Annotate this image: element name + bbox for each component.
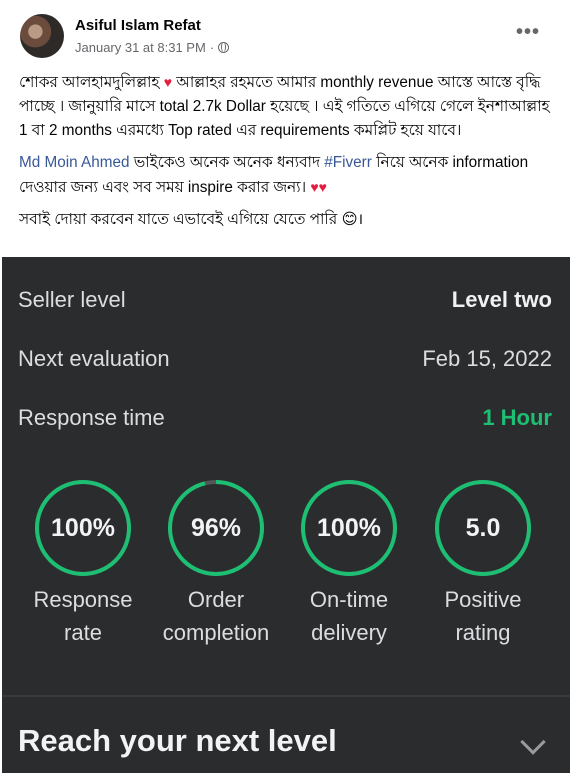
avatar[interactable]	[20, 14, 64, 58]
response-time-row: Response time 1 Hour	[18, 398, 552, 438]
post-timestamp[interactable]: January 31 at 8:31 PM	[75, 40, 206, 55]
stat-order-completion: 96% Order completion	[151, 479, 281, 649]
caption-line: On-time	[309, 587, 389, 612]
seller-level-row: Seller level Level two	[18, 280, 552, 320]
stat-value: 100%	[51, 514, 115, 542]
reach-next-level-heading[interactable]: Reach your next level	[18, 723, 337, 759]
stat-on-time-delivery: 100% On-time delivery	[284, 479, 414, 649]
progress-ring: 96%	[167, 479, 265, 577]
stat-caption: On-time delivery	[284, 583, 414, 649]
post-paragraph: সবাই দোয়া করবেন যাতে এভাবেই এগিয়ে যেতে…	[19, 208, 554, 232]
post-text: শোকর আলহামদুলিল্লাহ ♥ আল্লাহর রহমতে আমার…	[19, 70, 554, 240]
meta-separator: ·	[209, 40, 215, 55]
post-meta: January 31 at 8:31 PM ·	[75, 40, 230, 55]
stat-caption: Order completion	[151, 583, 281, 649]
row-value: Level two	[451, 287, 552, 312]
caption-line: completion	[162, 620, 270, 645]
hearts-emoji: ♥♥	[310, 179, 327, 195]
post-paragraph: Md Moin Ahmed ভাইকেও অনেক অনেক ধন্যবাদ #…	[19, 151, 554, 200]
text-segment: ।	[357, 211, 364, 228]
author-name[interactable]: Asiful Islam Refat	[75, 17, 201, 34]
stats-group: 100% Response rate 96% Order completion 10…	[2, 479, 570, 649]
progress-ring: 5.0	[434, 479, 532, 577]
chevron-down-icon[interactable]	[520, 729, 546, 755]
text-segment: সবাই দোয়া করবেন যাতে এভাবেই এগিয়ে যেতে…	[19, 211, 342, 228]
row-value: Feb 15, 2022	[422, 346, 552, 371]
text-segment: শোকর আলহামদুলিল্লাহ	[19, 74, 164, 91]
stat-value: 96%	[190, 514, 242, 542]
caption-line: Order	[187, 587, 245, 612]
stat-value: 5.0	[465, 514, 501, 542]
row-label: Seller level	[18, 287, 126, 312]
caption-line: delivery	[311, 620, 387, 645]
heart-emoji: ♥	[163, 74, 172, 90]
mention-link[interactable]: Md Moin Ahmed	[19, 154, 130, 171]
stat-value: 100%	[317, 514, 381, 542]
progress-ring: 100%	[300, 479, 398, 577]
post-header: Asiful Islam Refat January 31 at 8:31 PM…	[0, 0, 570, 66]
stat-response-rate: 100% Response rate	[18, 479, 148, 649]
caption-line: Positive	[444, 587, 522, 612]
post-paragraph: শোকর আলহামদুলিল্লাহ ♥ আল্লাহর রহমতে আমার…	[19, 70, 554, 143]
row-value: 1 Hour	[482, 405, 552, 430]
progress-ring: 100%	[34, 479, 132, 577]
smile-emoji: 😊	[341, 211, 358, 228]
row-label: Response time	[18, 405, 165, 430]
caption-line: rating	[455, 620, 511, 645]
stat-caption: Response rate	[18, 583, 148, 649]
hashtag-link[interactable]: #Fiverr	[324, 154, 372, 171]
stat-positive-rating: 5.0 Positive rating	[418, 479, 548, 649]
more-options-button[interactable]: •••	[516, 21, 540, 44]
text-segment: ভাইকেও অনেক অনেক ধন্যবাদ	[129, 154, 325, 171]
caption-line: Response	[33, 587, 133, 612]
row-label: Next evaluation	[18, 346, 170, 371]
divider	[2, 695, 570, 697]
stat-caption: Positive rating	[418, 583, 548, 649]
caption-line: rate	[64, 620, 102, 645]
globe-icon	[218, 42, 230, 53]
next-evaluation-row: Next evaluation Feb 15, 2022	[18, 339, 552, 379]
attached-screenshot[interactable]: Seller level Level two Next evaluation F…	[2, 257, 570, 773]
